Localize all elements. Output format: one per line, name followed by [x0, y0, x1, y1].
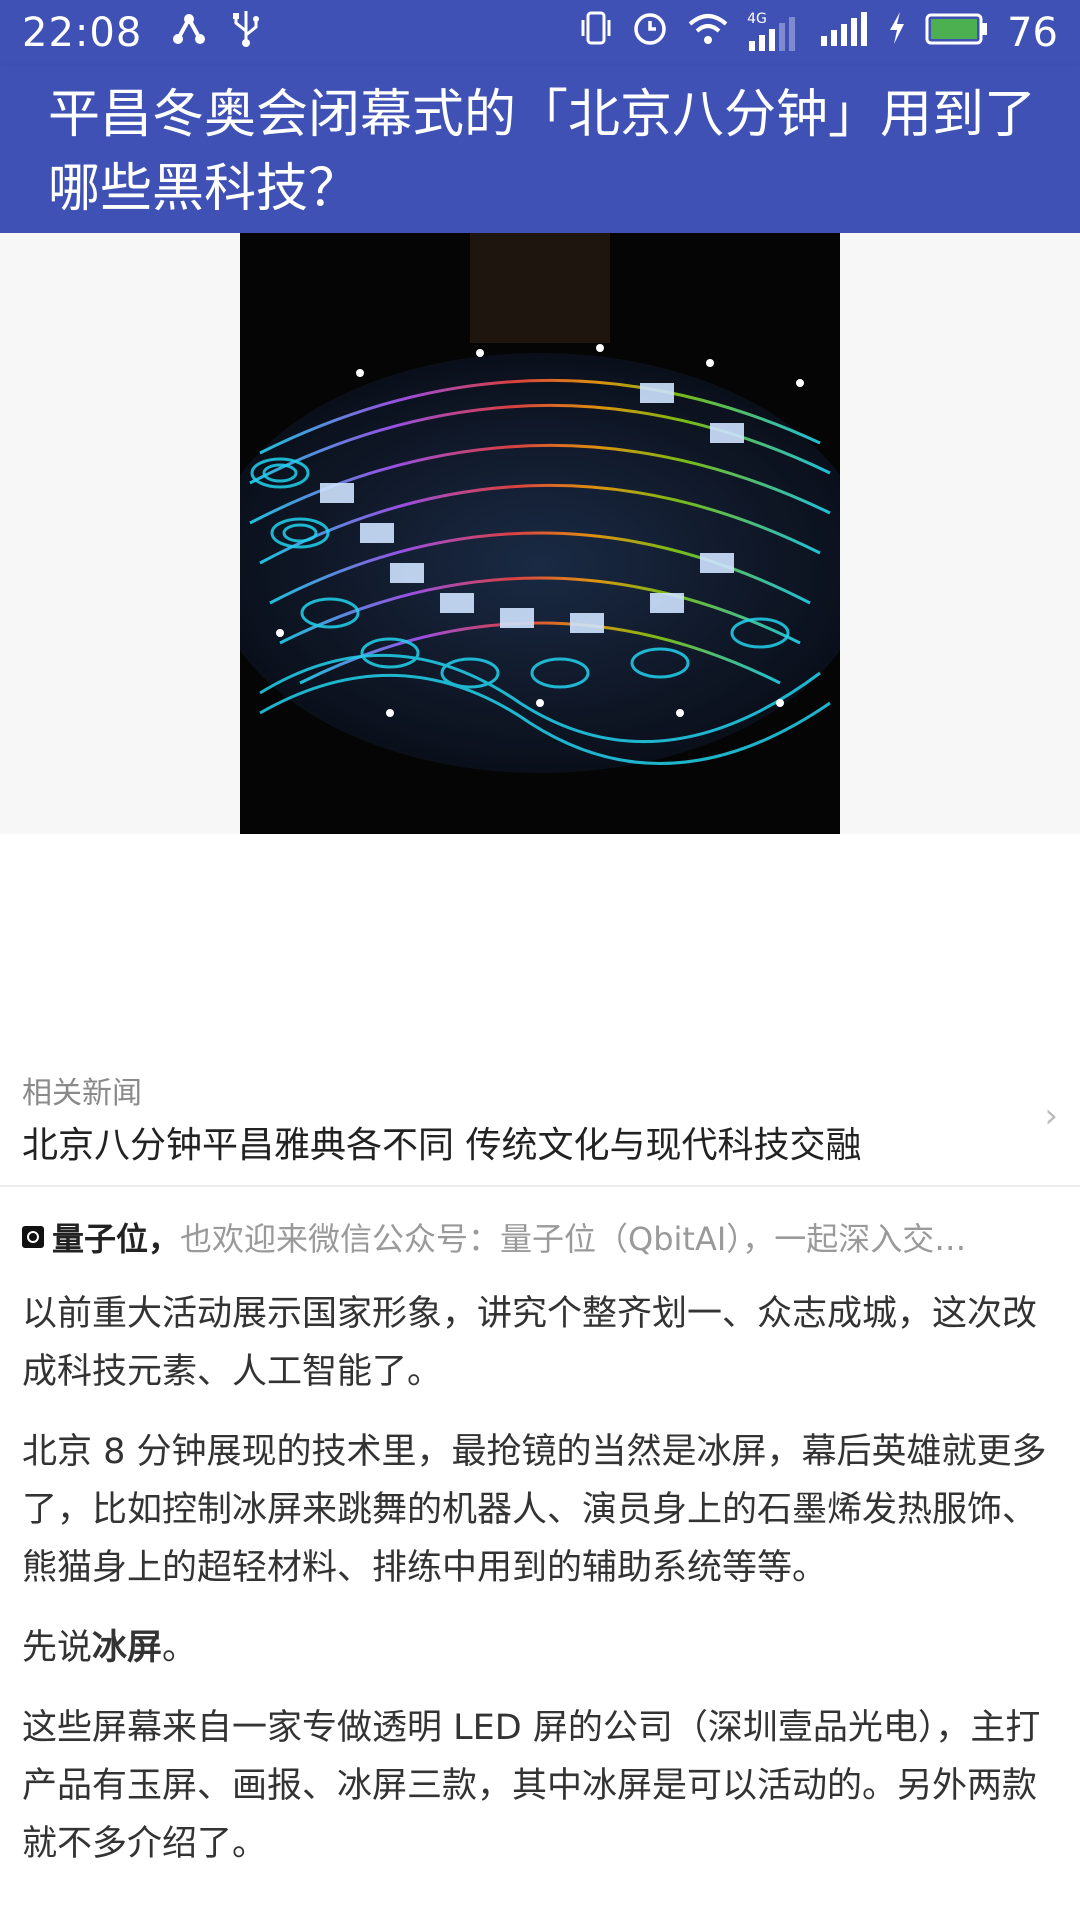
source-logo-icon	[22, 1226, 44, 1248]
battery-level: 76	[1007, 10, 1058, 56]
usb-icon	[232, 9, 260, 57]
article-text: 先说	[22, 1628, 93, 1668]
related-news-label: 相关新闻	[22, 1076, 142, 1111]
light-show-image	[240, 233, 840, 834]
wifi-icon	[687, 10, 729, 56]
related-news-title[interactable]: 北京八分钟平昌雅典各不同 传统文化与现代科技交融	[22, 1116, 861, 1168]
article-paragraph: 先说冰屏。	[22, 1619, 1058, 1677]
article-paragraph: 这些屏幕来自一家专做透明 LED 屏的公司（深圳壹品光电），主打产品有玉屏、画报…	[22, 1708, 1041, 1864]
battery-icon	[925, 10, 989, 56]
app-bar: 平昌冬奥会闭幕式的「北京八分钟」用到了哪些黑科技？	[0, 66, 1080, 233]
article-bold-text: 冰屏	[92, 1628, 163, 1668]
related-news[interactable]: 相关新闻 北京八分钟平昌雅典各不同 传统文化与现代科技交融 ›	[0, 1050, 1080, 1187]
article-body: 以前重大活动展示国家形象，讲究个整齐划一、众志成城，这次改成科技元素、人工智能了…	[22, 1285, 1058, 1895]
source-description: 也欢迎来微信公众号：量子位（QbitAI），一起深入交…	[180, 1220, 967, 1258]
status-bar: 22:08 4G 76	[0, 0, 1080, 66]
chevron-right-icon: ›	[1044, 1096, 1058, 1136]
hero-image[interactable]	[240, 233, 840, 834]
article-paragraph: 以前重大活动展示国家形象，讲究个整齐划一、众志成城，这次改成科技元素、人工智能了…	[22, 1294, 1038, 1392]
source-line: 量子位， 也欢迎来微信公众号：量子位（QbitAI），一起深入交…	[22, 1212, 1052, 1262]
source-name: 量子位，	[52, 1220, 181, 1258]
signal-icon	[819, 8, 869, 58]
charging-icon	[887, 10, 907, 56]
signal-4g-icon: 4G	[747, 11, 801, 53]
article-text: 。	[162, 1628, 198, 1668]
share-icon	[172, 10, 206, 56]
status-time: 22:08	[22, 10, 143, 56]
article-paragraph: 北京 8 分钟展现的技术里，最抢镜的当然是冰屏，幕后英雄就更多了，比如控制冰屏来…	[22, 1432, 1047, 1588]
page-title: 平昌冬奥会闭幕式的「北京八分钟」用到了哪些黑科技？	[48, 85, 1037, 219]
vibrate-icon	[579, 10, 613, 56]
alarm-icon	[631, 9, 669, 57]
